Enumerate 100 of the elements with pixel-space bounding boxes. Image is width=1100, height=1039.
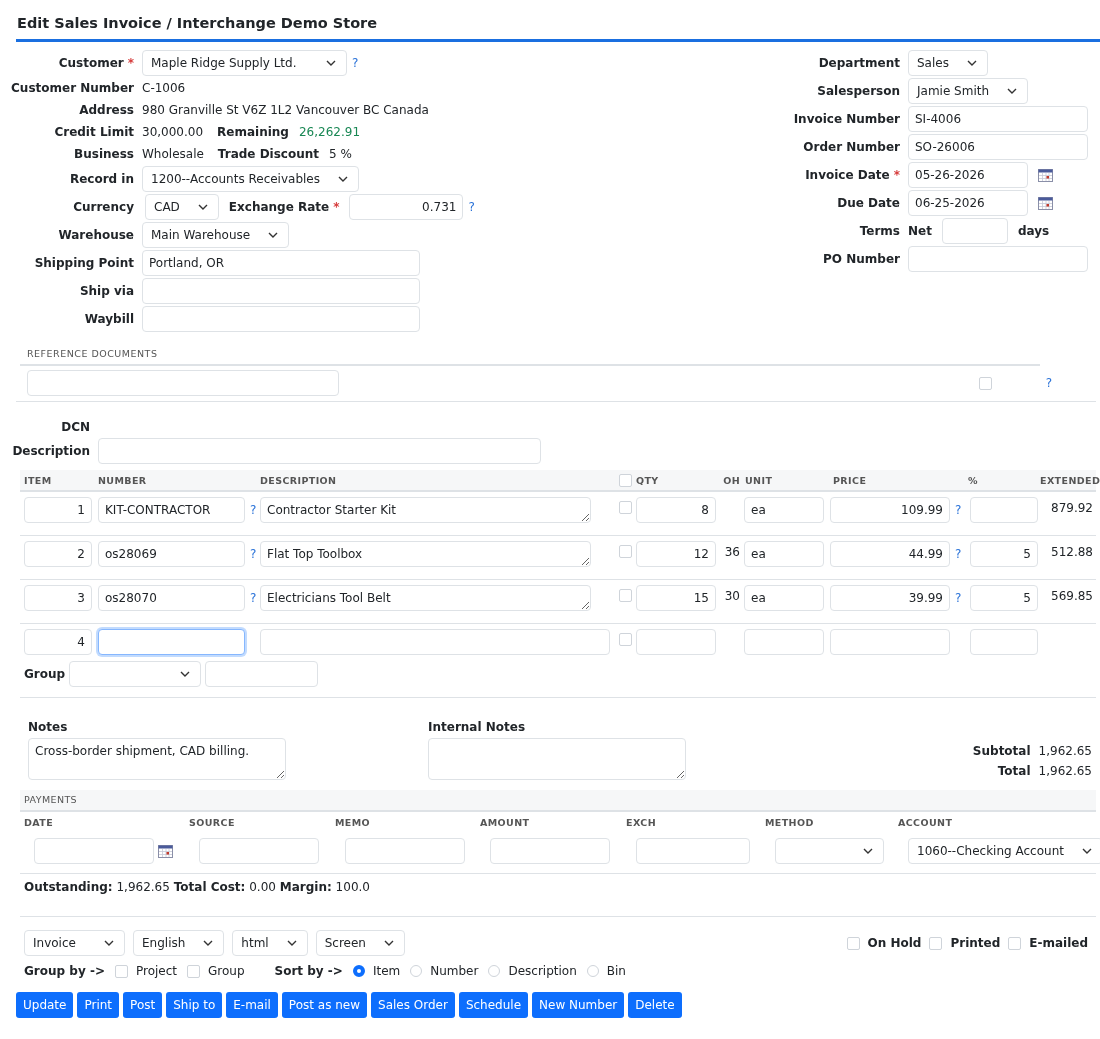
unit-field[interactable]: ea bbox=[744, 585, 824, 611]
item-field[interactable]: 4 bbox=[24, 629, 92, 655]
unit-field[interactable] bbox=[744, 629, 824, 655]
group-select[interactable] bbox=[69, 661, 202, 687]
terms-field[interactable] bbox=[941, 218, 1008, 244]
checkbox[interactable] bbox=[929, 936, 943, 950]
text-field[interactable]: Portland, OR bbox=[142, 250, 420, 276]
notes-field[interactable] bbox=[428, 738, 686, 780]
method-select[interactable] bbox=[775, 838, 884, 864]
help-link[interactable]: ? bbox=[468, 200, 475, 214]
price-field[interactable]: 44.99 bbox=[830, 541, 950, 567]
action-button[interactable]: Schedule bbox=[458, 992, 529, 1018]
exchange-rate-field[interactable]: 0.731 bbox=[349, 194, 464, 220]
exchange-field[interactable] bbox=[636, 838, 750, 864]
radio-button[interactable] bbox=[352, 965, 365, 977]
notes-field[interactable]: Cross-border shipment, CAD billing. bbox=[28, 738, 286, 780]
text-field[interactable] bbox=[908, 246, 1088, 272]
checkbox[interactable] bbox=[619, 589, 632, 602]
account-select[interactable]: 1060--Checking Account bbox=[908, 838, 1100, 864]
action-button[interactable]: New Number bbox=[532, 992, 625, 1018]
checkbox[interactable] bbox=[978, 376, 992, 390]
help-link[interactable]: ? bbox=[352, 56, 359, 70]
memo-field[interactable] bbox=[345, 838, 465, 864]
price-field[interactable] bbox=[830, 629, 950, 655]
item-field[interactable]: 2 bbox=[24, 541, 92, 567]
part-number-field[interactable]: os28070 bbox=[98, 585, 245, 611]
description-field[interactable] bbox=[98, 438, 541, 464]
dropdown[interactable]: Screen bbox=[315, 930, 405, 956]
action-button[interactable]: Ship to bbox=[166, 992, 223, 1018]
checkbox[interactable] bbox=[846, 936, 860, 950]
dropdown[interactable]: Jamie Smith bbox=[908, 78, 1029, 104]
radio-label: Bin bbox=[606, 964, 626, 978]
dropdown[interactable]: English bbox=[133, 930, 225, 956]
part-number-field[interactable]: os28069 bbox=[98, 541, 245, 567]
calendar-icon[interactable] bbox=[1038, 168, 1053, 182]
checkbox[interactable] bbox=[1008, 936, 1022, 950]
unit-field[interactable]: ea bbox=[744, 497, 824, 523]
customer-select[interactable]: Main Warehouse bbox=[142, 222, 290, 248]
field-label: Due Date bbox=[837, 196, 900, 210]
customer-select[interactable]: 1200--Accounts Receivables bbox=[142, 166, 359, 192]
text-field[interactable]: SO-26006 bbox=[908, 134, 1088, 160]
currency-select[interactable]: CAD bbox=[145, 194, 219, 220]
help-link[interactable]: ? bbox=[250, 503, 257, 517]
checkbox[interactable] bbox=[187, 964, 200, 978]
date-field[interactable]: 06-25-2026 bbox=[908, 190, 1028, 216]
calendar-icon[interactable] bbox=[158, 844, 173, 858]
action-button[interactable]: Print bbox=[77, 992, 120, 1018]
action-button[interactable]: E-mail bbox=[226, 992, 278, 1018]
quantity-field[interactable]: 8 bbox=[636, 497, 716, 523]
quantity-field[interactable]: 15 bbox=[636, 585, 716, 611]
action-button[interactable]: Post bbox=[123, 992, 163, 1018]
part-number-field[interactable]: KIT-CONTRACTOR bbox=[98, 497, 245, 523]
help-link[interactable]: ? bbox=[955, 547, 962, 561]
checkbox[interactable] bbox=[114, 964, 128, 978]
checkbox-label: Printed bbox=[950, 936, 1001, 950]
item-field[interactable]: 1 bbox=[24, 497, 92, 523]
dropdown[interactable]: Sales bbox=[908, 50, 988, 76]
quantity-field[interactable]: 12 bbox=[636, 541, 716, 567]
discount-field[interactable]: 5 bbox=[970, 585, 1038, 611]
field-label: Terms bbox=[859, 224, 900, 238]
text-field[interactable]: SI-4006 bbox=[908, 106, 1088, 132]
action-button[interactable]: Update bbox=[16, 992, 74, 1018]
discount-field[interactable]: 5 bbox=[970, 541, 1038, 567]
quantity-field[interactable] bbox=[636, 629, 716, 655]
action-button[interactable]: Delete bbox=[628, 992, 682, 1018]
calendar-icon[interactable] bbox=[1038, 196, 1053, 210]
discount-field[interactable] bbox=[970, 497, 1038, 523]
price-field[interactable]: 109.99 bbox=[830, 497, 950, 523]
discount-field[interactable] bbox=[970, 629, 1038, 655]
group-field[interactable] bbox=[205, 661, 319, 687]
checkbox-label: On Hold bbox=[867, 936, 922, 950]
description-field[interactable]: Electricians Tool Belt bbox=[260, 585, 591, 611]
dropdown[interactable]: html bbox=[232, 930, 308, 956]
description-field[interactable]: Contractor Starter Kit bbox=[260, 497, 591, 523]
help-link[interactable]: ? bbox=[250, 547, 257, 561]
description-field[interactable] bbox=[260, 629, 610, 655]
checkbox[interactable] bbox=[619, 473, 632, 487]
help-link[interactable]: ? bbox=[955, 503, 962, 517]
date-field[interactable] bbox=[34, 838, 154, 864]
action-button[interactable]: Sales Order bbox=[371, 992, 455, 1018]
text-field[interactable] bbox=[142, 306, 420, 332]
price-field[interactable]: 39.99 bbox=[830, 585, 950, 611]
unit-field[interactable]: ea bbox=[744, 541, 824, 567]
help-link[interactable]: ? bbox=[955, 591, 962, 605]
help-link[interactable]: ? bbox=[250, 591, 257, 605]
checkbox[interactable] bbox=[619, 633, 632, 646]
help-link[interactable]: ? bbox=[1045, 376, 1052, 390]
customer-select[interactable]: Maple Ridge Supply Ltd. bbox=[142, 50, 347, 76]
reference-field[interactable] bbox=[27, 370, 339, 396]
date-field[interactable]: 05-26-2026 bbox=[908, 162, 1028, 188]
part-number-field[interactable] bbox=[98, 629, 245, 655]
source-field[interactable] bbox=[199, 838, 319, 864]
checkbox[interactable] bbox=[619, 545, 632, 558]
text-field[interactable] bbox=[142, 278, 420, 304]
amount-field[interactable] bbox=[490, 838, 610, 864]
dropdown[interactable]: Invoice bbox=[24, 930, 125, 956]
checkbox[interactable] bbox=[619, 501, 632, 514]
action-button[interactable]: Post as new bbox=[281, 992, 367, 1018]
item-field[interactable]: 3 bbox=[24, 585, 92, 611]
description-field[interactable]: Flat Top Toolbox bbox=[260, 541, 591, 567]
